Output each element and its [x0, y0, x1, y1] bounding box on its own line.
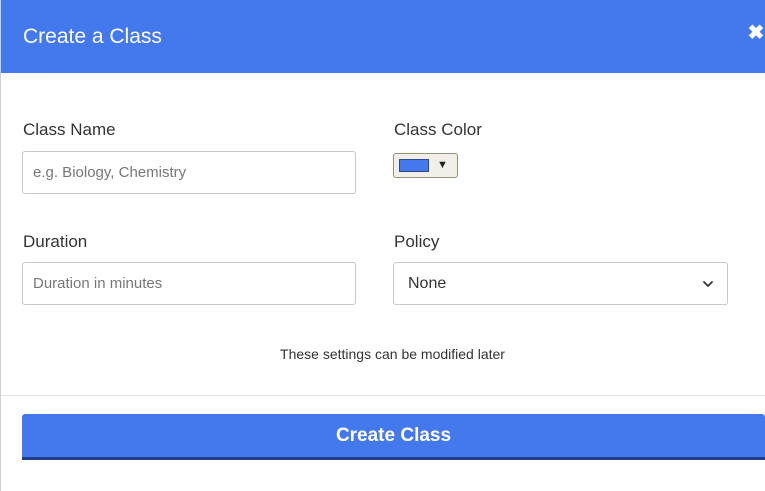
dropdown-arrow-icon: ▼: [437, 159, 448, 171]
duration-input[interactable]: [22, 262, 356, 305]
chevron-down-icon: [703, 281, 713, 287]
settings-hint: These settings can be modified later: [280, 346, 505, 362]
dialog-header: Create a Class ✖: [1, 0, 765, 73]
create-class-dialog: Create a Class ✖ Class Name Class Color …: [0, 0, 765, 491]
class-color-label: Class Color: [394, 120, 482, 139]
footer-divider: [1, 395, 765, 396]
class-color-picker[interactable]: ▼: [393, 153, 458, 178]
duration-label: Duration: [23, 232, 88, 251]
class-name-input[interactable]: [22, 151, 356, 194]
policy-label: Policy: [394, 232, 440, 251]
create-class-button[interactable]: Create Class: [22, 414, 765, 460]
policy-selected-value: None: [408, 275, 447, 292]
class-name-label: Class Name: [23, 120, 116, 139]
color-swatch: [399, 159, 429, 172]
close-icon[interactable]: ✖: [746, 22, 765, 44]
policy-select[interactable]: None: [393, 262, 728, 305]
dialog-title: Create a Class: [23, 25, 162, 48]
